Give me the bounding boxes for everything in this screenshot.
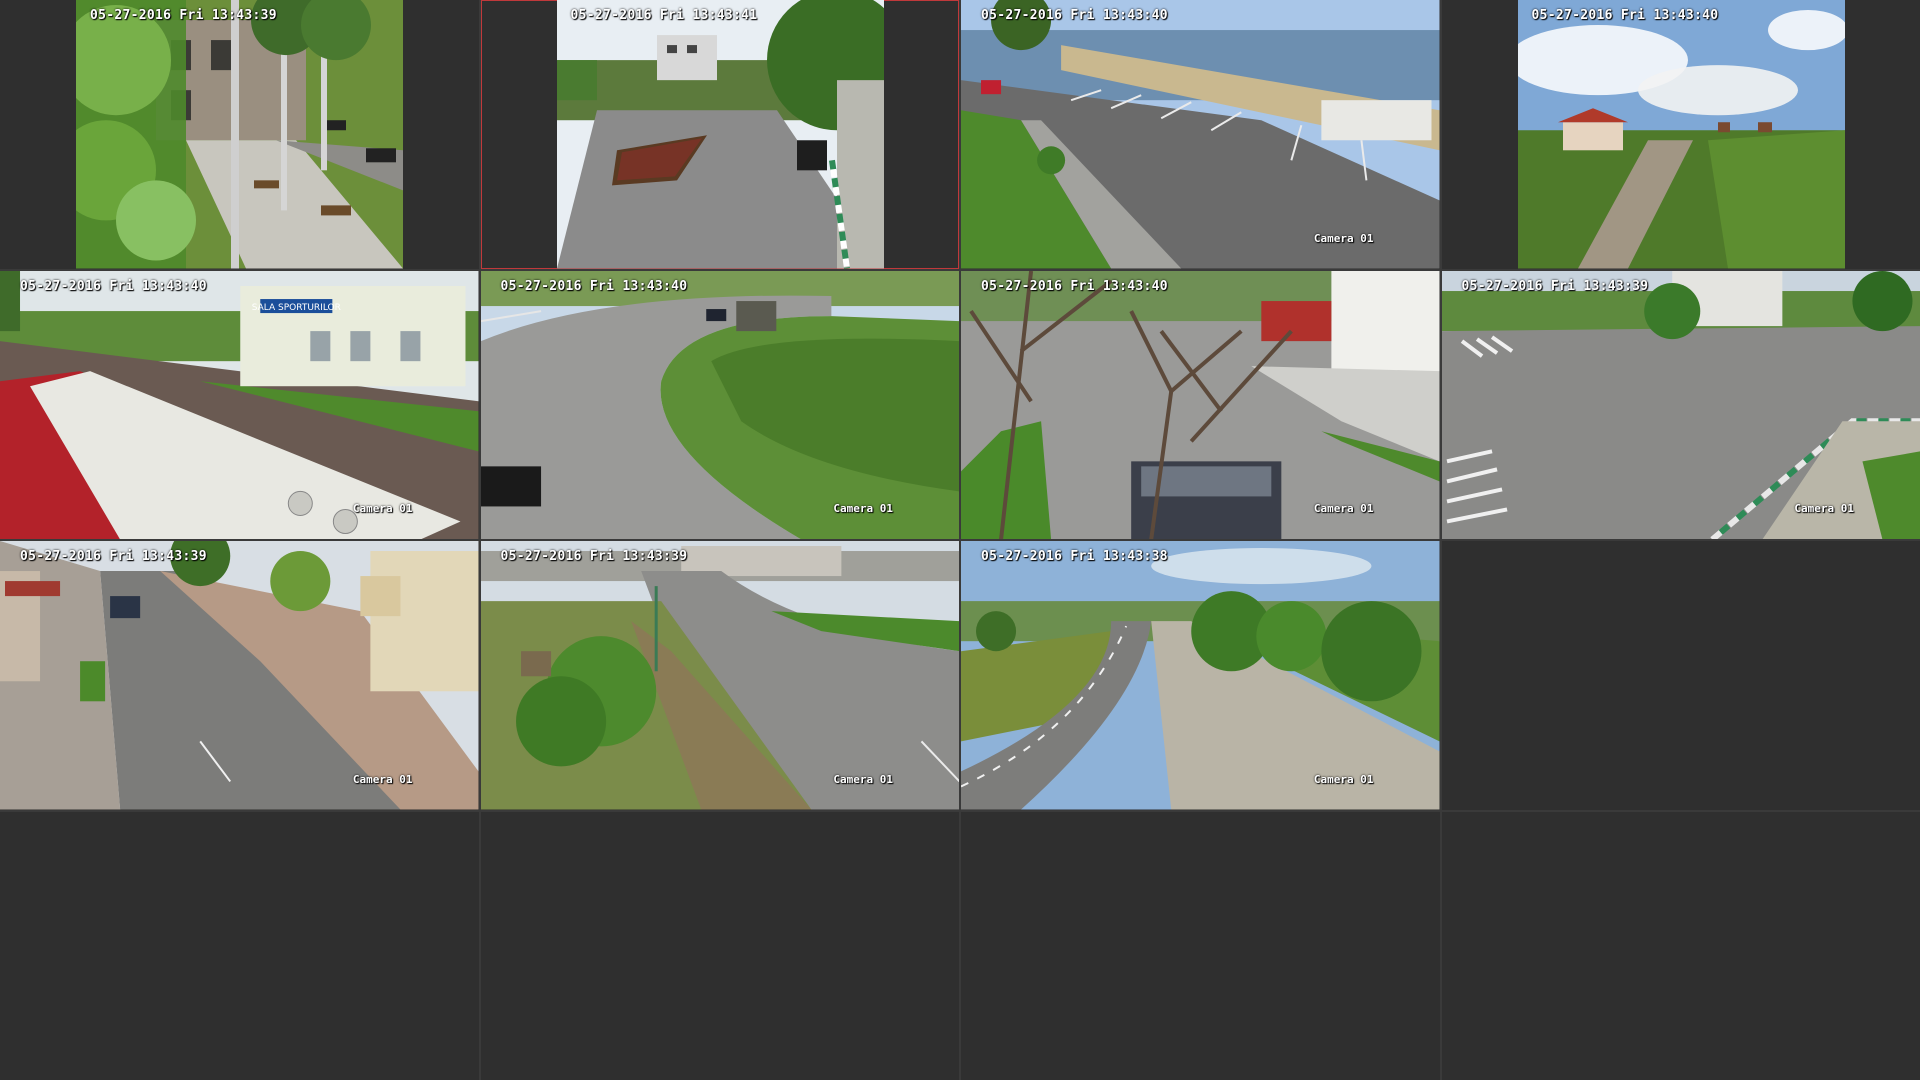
camera-feed-1: 05-27-2016 Fri 13:43:39	[76, 0, 403, 269]
scene-field-villa	[1517, 0, 1845, 269]
camera-grid: 05-27-2016 Fri 13:43:39 05-27-2016 Fri 1…	[0, 0, 1920, 1080]
osd-timestamp: 05-27-2016 Fri 13:43:40	[500, 278, 688, 294]
camera-feed-8: 05-27-2016 Fri 13:43:39 Camera 01	[1441, 270, 1920, 539]
camera-feed-10: 05-27-2016 Fri 13:43:39 Camera 01	[480, 541, 959, 810]
camera-feed-6: 05-27-2016 Fri 13:43:40 Camera 01	[480, 270, 959, 539]
camera-tile-2[interactable]: 05-27-2016 Fri 13:43:41	[480, 0, 959, 269]
camera-tile-11[interactable]: 05-27-2016 Fri 13:43:38 Camera 01	[961, 541, 1440, 810]
camera-feed-11: 05-27-2016 Fri 13:43:38 Camera 01	[961, 541, 1440, 810]
camera-tile-7[interactable]: 05-27-2016 Fri 13:43:40 Camera 01	[961, 270, 1440, 539]
osd-camera-label: Camera 01	[352, 772, 413, 786]
osd-timestamp: 05-27-2016 Fri 13:43:40	[981, 278, 1168, 294]
scene-sports-hall-bus: SALA SPORTURILOR	[0, 270, 479, 539]
scene-park-building	[76, 0, 403, 269]
osd-camera-label: Camera 01	[352, 502, 413, 515]
camera-tile-15-empty[interactable]	[961, 811, 1440, 1080]
osd-timestamp: 05-27-2016 Fri 13:43:40	[20, 278, 207, 294]
camera-tile-1[interactable]: 05-27-2016 Fri 13:43:39	[0, 0, 479, 269]
camera-feed-7: 05-27-2016 Fri 13:43:40 Camera 01	[961, 270, 1440, 539]
camera-feed-2: 05-27-2016 Fri 13:43:41	[556, 0, 884, 269]
camera-tile-9[interactable]: 05-27-2016 Fri 13:43:39 Camera 01	[0, 541, 479, 810]
osd-camera-label: Camera 01	[833, 772, 893, 786]
scene-intersection	[1441, 270, 1920, 539]
osd-timestamp: 05-27-2016 Fri 13:43:39	[20, 549, 207, 564]
osd-timestamp: 05-27-2016 Fri 13:43:39	[90, 8, 277, 23]
scene-roundabout-street	[556, 0, 884, 269]
camera-feed-9: 05-27-2016 Fri 13:43:39 Camera 01	[0, 541, 479, 810]
camera-tile-13-empty[interactable]	[0, 811, 479, 1080]
camera-tile-10[interactable]: 05-27-2016 Fri 13:43:39 Camera 01	[480, 541, 959, 810]
osd-timestamp: 05-27-2016 Fri 13:43:39	[500, 549, 688, 564]
camera-feed-4: 05-27-2016 Fri 13:43:40	[1517, 0, 1845, 269]
camera-tile-5[interactable]: SALA SPORTURILOR 05-27-2016 Fri 13:43:40…	[0, 270, 479, 539]
camera-feed-5: SALA SPORTURILOR 05-27-2016 Fri 13:43:40…	[0, 270, 479, 539]
camera-tile-16-empty[interactable]	[1441, 811, 1920, 1080]
osd-camera-label: Camera 01	[1313, 502, 1374, 515]
camera-tile-4[interactable]: 05-27-2016 Fri 13:43:40	[1441, 0, 1920, 269]
osd-camera-label: Camera 01	[833, 502, 893, 515]
sign-text: SALA SPORTURILOR	[252, 303, 341, 313]
osd-timestamp: 05-27-2016 Fri 13:43:41	[570, 8, 758, 23]
camera-tile-14-empty[interactable]	[480, 811, 959, 1080]
scene-junction-bush	[480, 541, 959, 810]
osd-timestamp: 05-27-2016 Fri 13:43:38	[981, 549, 1168, 564]
scene-residential-street	[0, 541, 479, 810]
osd-camera-label: Camera 01	[1313, 231, 1374, 245]
camera-tile-6[interactable]: 05-27-2016 Fri 13:43:40 Camera 01	[480, 270, 959, 539]
scene-lakeside-parking	[961, 0, 1440, 269]
osd-camera-label: Camera 01	[1313, 772, 1374, 786]
camera-tile-12-empty[interactable]	[1441, 541, 1920, 810]
osd-camera-label: Camera 01	[1794, 502, 1854, 515]
scene-rural-road-trees	[961, 541, 1440, 810]
osd-timestamp: 05-27-2016 Fri 13:43:39	[1461, 278, 1649, 294]
camera-feed-3: 05-27-2016 Fri 13:43:40 Camera 01	[961, 0, 1440, 269]
osd-timestamp: 05-27-2016 Fri 13:43:40	[1531, 8, 1719, 23]
camera-tile-8[interactable]: 05-27-2016 Fri 13:43:39 Camera 01	[1441, 270, 1920, 539]
scene-curved-road-grass	[480, 270, 959, 539]
scene-tree-house-car	[961, 270, 1440, 539]
camera-tile-3[interactable]: 05-27-2016 Fri 13:43:40 Camera 01	[961, 0, 1440, 269]
osd-timestamp: 05-27-2016 Fri 13:43:40	[981, 8, 1168, 23]
